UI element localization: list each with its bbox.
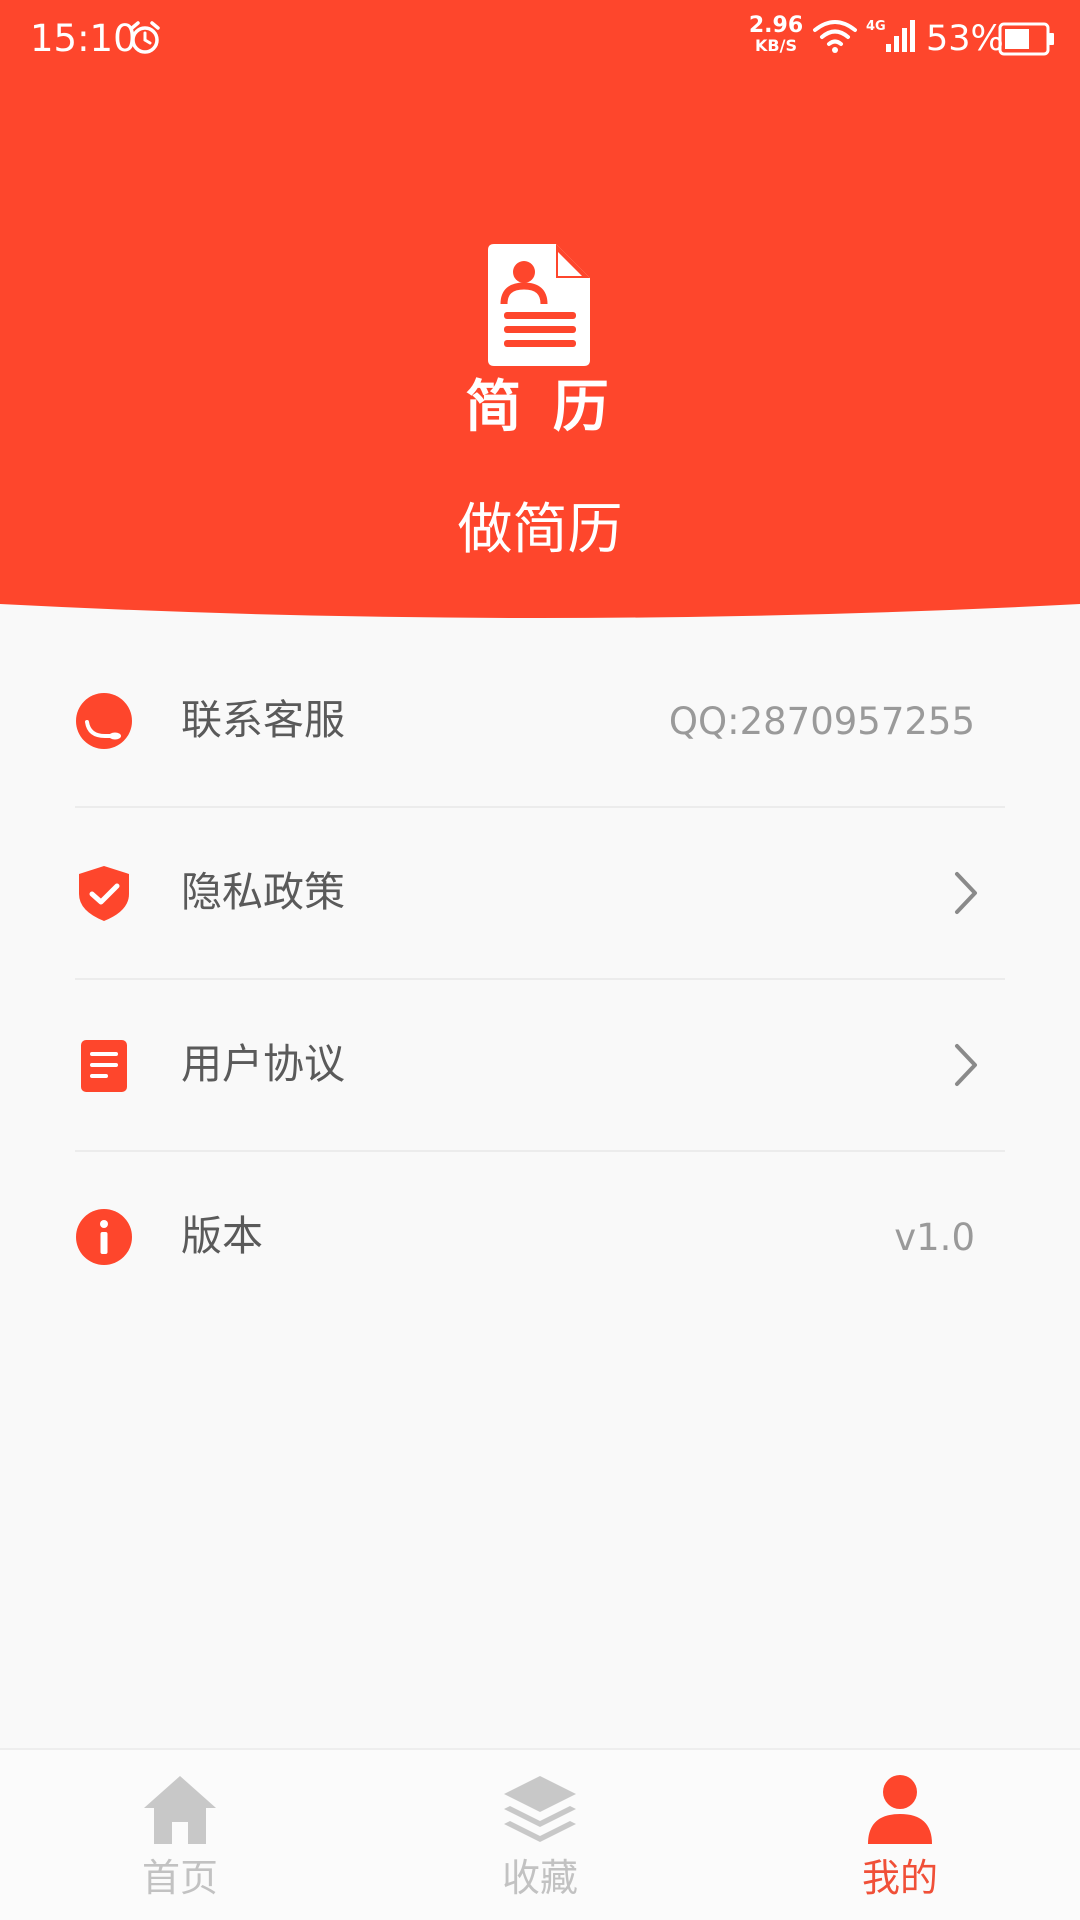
network-speed-value: 2.96 [748, 13, 804, 38]
layers-icon [504, 1776, 576, 1842]
status-bar: 15:10 2.96 KB/S 4G 53% [0, 0, 1080, 80]
menu-label-version: 版本 [181, 1212, 263, 1260]
alarm-clock-icon [130, 21, 160, 54]
status-time: 15:10 [30, 17, 137, 60]
battery-percent: 53% [926, 19, 1004, 59]
settings-menu: 联系客服 QQ:2870957255 隐私政策 用户协议 版本 v1.0 [75, 636, 1005, 1324]
home-icon [144, 1776, 216, 1844]
tab-favorites-label: 收藏 [501, 1856, 578, 1900]
tab-home[interactable]: 首页 [80, 1750, 280, 1920]
info-icon [76, 1209, 132, 1265]
network-speed: 2.96 KB/S [748, 13, 804, 56]
menu-item-customer-service[interactable]: 联系客服 QQ:2870957255 [75, 636, 1005, 808]
chevron-right-icon [955, 1044, 977, 1086]
tab-favorites[interactable]: 收藏 [440, 1750, 640, 1920]
customer-service-qq: QQ:2870957255 [668, 700, 975, 743]
network-speed-unit: KB/S [755, 36, 797, 55]
wifi-icon [813, 20, 857, 53]
shield-check-icon [79, 866, 129, 921]
menu-label-customer-service: 联系客服 [181, 696, 345, 744]
tab-mine[interactable]: 我的 [800, 1750, 1000, 1920]
page-title: 做简历 [457, 497, 623, 561]
person-icon [868, 1775, 932, 1844]
menu-item-privacy-policy[interactable]: 隐私政策 [75, 808, 1005, 980]
menu-label-privacy-policy: 隐私政策 [181, 868, 345, 916]
chevron-right-icon [955, 872, 977, 914]
tab-home-label: 首页 [141, 1856, 218, 1900]
menu-item-user-agreement[interactable]: 用户协议 [75, 980, 1005, 1152]
logo-caption: 简 历 [465, 374, 615, 440]
profile-header: 15:10 2.96 KB/S 4G 53% 简 历 做简历 [0, 0, 1080, 620]
battery-icon [998, 22, 1054, 56]
menu-label-user-agreement: 用户协议 [181, 1040, 345, 1088]
profile-screen: 15:10 2.96 KB/S 4G 53% 简 历 做简历 联系客服 QQ:2… [0, 0, 1080, 1920]
tab-mine-label: 我的 [861, 1856, 938, 1900]
document-icon [81, 1040, 127, 1092]
network-type-label: 4G [866, 19, 886, 34]
bottom-navigation: 首页 收藏 我的 [0, 1748, 1080, 1920]
headset-icon [76, 693, 132, 749]
version-number: v1.0 [894, 1216, 975, 1259]
menu-item-version[interactable]: 版本 v1.0 [75, 1152, 1005, 1324]
resume-logo-icon [488, 244, 590, 366]
cellular-signal-icon: 4G [866, 19, 915, 52]
